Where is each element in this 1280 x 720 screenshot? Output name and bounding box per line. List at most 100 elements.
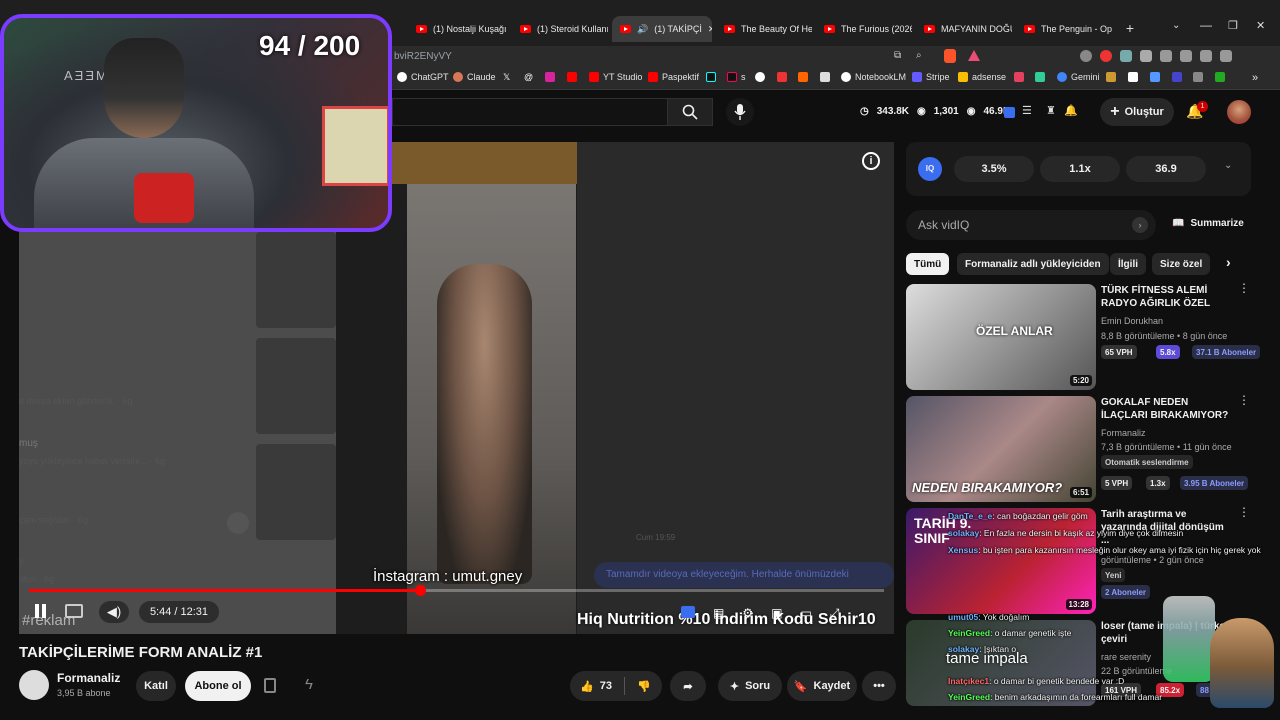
extension-icon[interactable]	[1120, 50, 1132, 62]
tab-mafya[interactable]: MAFYANIN DOĞUŞ	[916, 16, 1012, 42]
miniplayer-icon[interactable]: ▣	[771, 606, 782, 621]
bookmark-generic[interactable]	[1193, 72, 1203, 82]
video-title[interactable]: TÜRK FİTNESS ALEMİ RADYO AĞIRLIK ÖZEL	[1101, 284, 1231, 310]
ask-button[interactable]: ✦ Soru	[718, 671, 782, 701]
bookmark-notebooklm[interactable]: NotebookLM	[841, 72, 906, 82]
bookmark-instagram[interactable]	[545, 72, 555, 82]
thumbs-up-icon[interactable]: 👍	[580, 680, 594, 693]
bookmark-generic[interactable]	[1014, 72, 1024, 82]
bookmark-yt-studio[interactable]: YT Studio	[589, 72, 642, 82]
subtitles-icon[interactable]: ▤	[713, 606, 724, 621]
recommended-video[interactable]: ÖZEL ANLAR 5:20 TÜRK FİTNESS ALEMİ RADYO…	[906, 282, 1261, 390]
voice-search-button[interactable]	[726, 98, 754, 126]
chip-related[interactable]: İlgili	[1110, 253, 1146, 275]
share-button[interactable]: ➦	[670, 671, 706, 701]
bookmark-claude[interactable]: Claude	[453, 72, 496, 82]
sidebar-icon[interactable]	[1160, 50, 1172, 62]
info-icon[interactable]: i	[862, 152, 880, 170]
search-button[interactable]	[667, 98, 713, 126]
settings-gear-icon[interactable]: ⚙	[742, 606, 753, 621]
transcript-icon[interactable]	[264, 678, 276, 693]
more-options-icon[interactable]: ⋮	[1238, 394, 1250, 406]
join-button[interactable]: Katıl	[136, 671, 176, 701]
search-input[interactable]	[392, 98, 668, 126]
more-bookmarks-icon[interactable]: »	[1252, 72, 1258, 84]
maximize-icon[interactable]: ❐	[1228, 19, 1238, 32]
bookmark-generic[interactable]	[1150, 72, 1160, 82]
vidiq-icon[interactable]	[1004, 107, 1015, 118]
channel-name[interactable]: Formanaliz	[1101, 428, 1146, 438]
bookmark-tiktok-s[interactable]: s	[727, 72, 746, 82]
save-button[interactable]: 🔖 Kaydet	[787, 671, 857, 701]
more-actions-button[interactable]: •••	[862, 671, 896, 701]
bookmark-threads[interactable]: @	[524, 72, 534, 82]
bookmark-generic[interactable]	[1215, 72, 1225, 82]
tab-takipci-active[interactable]: 🔊 (1) TAKİPÇİ ✕	[612, 16, 712, 42]
vpn-icon[interactable]	[1200, 50, 1212, 62]
tab-furious[interactable]: The Furious (2026)	[816, 16, 912, 42]
tab-beauty[interactable]: The Beauty Of Her	[716, 16, 812, 42]
tab-penguin[interactable]: The Penguin - Ope	[1016, 16, 1112, 42]
channel-name[interactable]: rare serenity	[1101, 652, 1151, 662]
send-arrow-icon[interactable]: ›	[1132, 217, 1148, 233]
subscribe-button[interactable]: Abone ol	[185, 671, 251, 701]
next-video-icon[interactable]	[65, 604, 83, 618]
brave-shield-icon[interactable]	[944, 49, 956, 63]
open-external-icon[interactable]: ⧉	[894, 50, 901, 61]
chevron-down-icon[interactable]: ⌄	[1224, 160, 1232, 171]
channel-name-main[interactable]: Formanaliz	[57, 671, 120, 685]
theater-mode-icon[interactable]: ▭	[800, 606, 811, 621]
zoom-icon[interactable]: ⌕	[916, 50, 922, 61]
bookmark-adsense[interactable]: adsense	[958, 72, 1006, 82]
bookmark-generic[interactable]	[820, 72, 830, 82]
bookmark-generic[interactable]	[1035, 72, 1045, 82]
recommended-video[interactable]: NEDEN BIRAKAMIYOR? 6:51 GOKALAF NEDEN İL…	[906, 394, 1250, 502]
more-options-icon[interactable]: ⋮	[1238, 506, 1250, 518]
summarize-button[interactable]: 📖 Summarize	[1172, 218, 1244, 229]
ask-vidiq-input[interactable]: Ask vidIQ ›	[906, 210, 1156, 240]
video-title[interactable]: GOKALAF NEDEN İLAÇLARI BIRAKAMIYOR?	[1101, 396, 1231, 422]
video-thumbnail[interactable]: NEDEN BIRAKAMIYOR? 6:51	[906, 396, 1096, 502]
lightning-icon[interactable]: ϟ	[305, 676, 313, 693]
tab-nostalji[interactable]: (1) Nostalji Kuşağı	[408, 16, 508, 42]
extension-icon[interactable]	[1100, 50, 1112, 62]
rewards-icon[interactable]	[968, 50, 980, 61]
chip-for-you[interactable]: Size özel	[1152, 253, 1211, 275]
fullscreen-icon[interactable]: ⤢	[830, 606, 840, 621]
puzzle-icon[interactable]	[1140, 50, 1152, 62]
close-tab-icon[interactable]: ✕	[708, 24, 712, 35]
channel-name[interactable]: Emin Dorukhan	[1101, 316, 1163, 326]
bookmark-generic[interactable]	[777, 72, 787, 82]
volume-button[interactable]: ◀)	[99, 601, 129, 623]
progress-track[interactable]	[29, 585, 884, 596]
thumbs-down-icon[interactable]: 👎	[637, 680, 651, 693]
chevron-right-icon[interactable]: ›	[1226, 254, 1231, 270]
minimize-icon[interactable]: —	[1200, 18, 1212, 32]
bookmark-tiktok[interactable]	[706, 72, 716, 82]
menu-icon[interactable]	[1220, 50, 1232, 62]
url-field[interactable]: bviR2ENyVY	[394, 51, 452, 62]
list-icon[interactable]: ☰	[1022, 104, 1032, 117]
chip-all[interactable]: Tümü	[906, 253, 950, 275]
bookmark-stripe[interactable]: Stripe	[912, 72, 950, 82]
wallet-icon[interactable]	[1180, 50, 1192, 62]
more-options-icon[interactable]: ⋮	[1238, 282, 1250, 294]
close-window-icon[interactable]: ✕	[1256, 19, 1265, 32]
pause-button[interactable]	[35, 604, 51, 620]
extension-icon[interactable]	[1080, 50, 1092, 62]
vidiq-player-icon[interactable]	[681, 606, 695, 618]
video-thumbnail[interactable]: ÖZEL ANLAR 5:20	[906, 284, 1096, 390]
channel-avatar[interactable]	[19, 670, 49, 700]
create-button[interactable]: + Oluştur	[1100, 98, 1174, 126]
bookmark-gemini[interactable]: Gemini	[1057, 72, 1100, 82]
bookmark-generic[interactable]	[798, 72, 808, 82]
tab-search-icon[interactable]: ⌄	[1172, 20, 1180, 31]
trophy-icon[interactable]: ♜	[1046, 104, 1056, 117]
bookmark-generic[interactable]	[1172, 72, 1182, 82]
bookmark-paspektif[interactable]: Paspektif	[648, 72, 699, 82]
bookmark-x[interactable]: 𝕏	[503, 72, 513, 82]
chip-from-uploader[interactable]: Formanaliz adlı yükleyiciden	[957, 253, 1109, 275]
new-tab-icon[interactable]: +	[1122, 20, 1138, 36]
bookmark-generic[interactable]	[1128, 72, 1138, 82]
bookmark-youtube[interactable]	[567, 72, 577, 82]
